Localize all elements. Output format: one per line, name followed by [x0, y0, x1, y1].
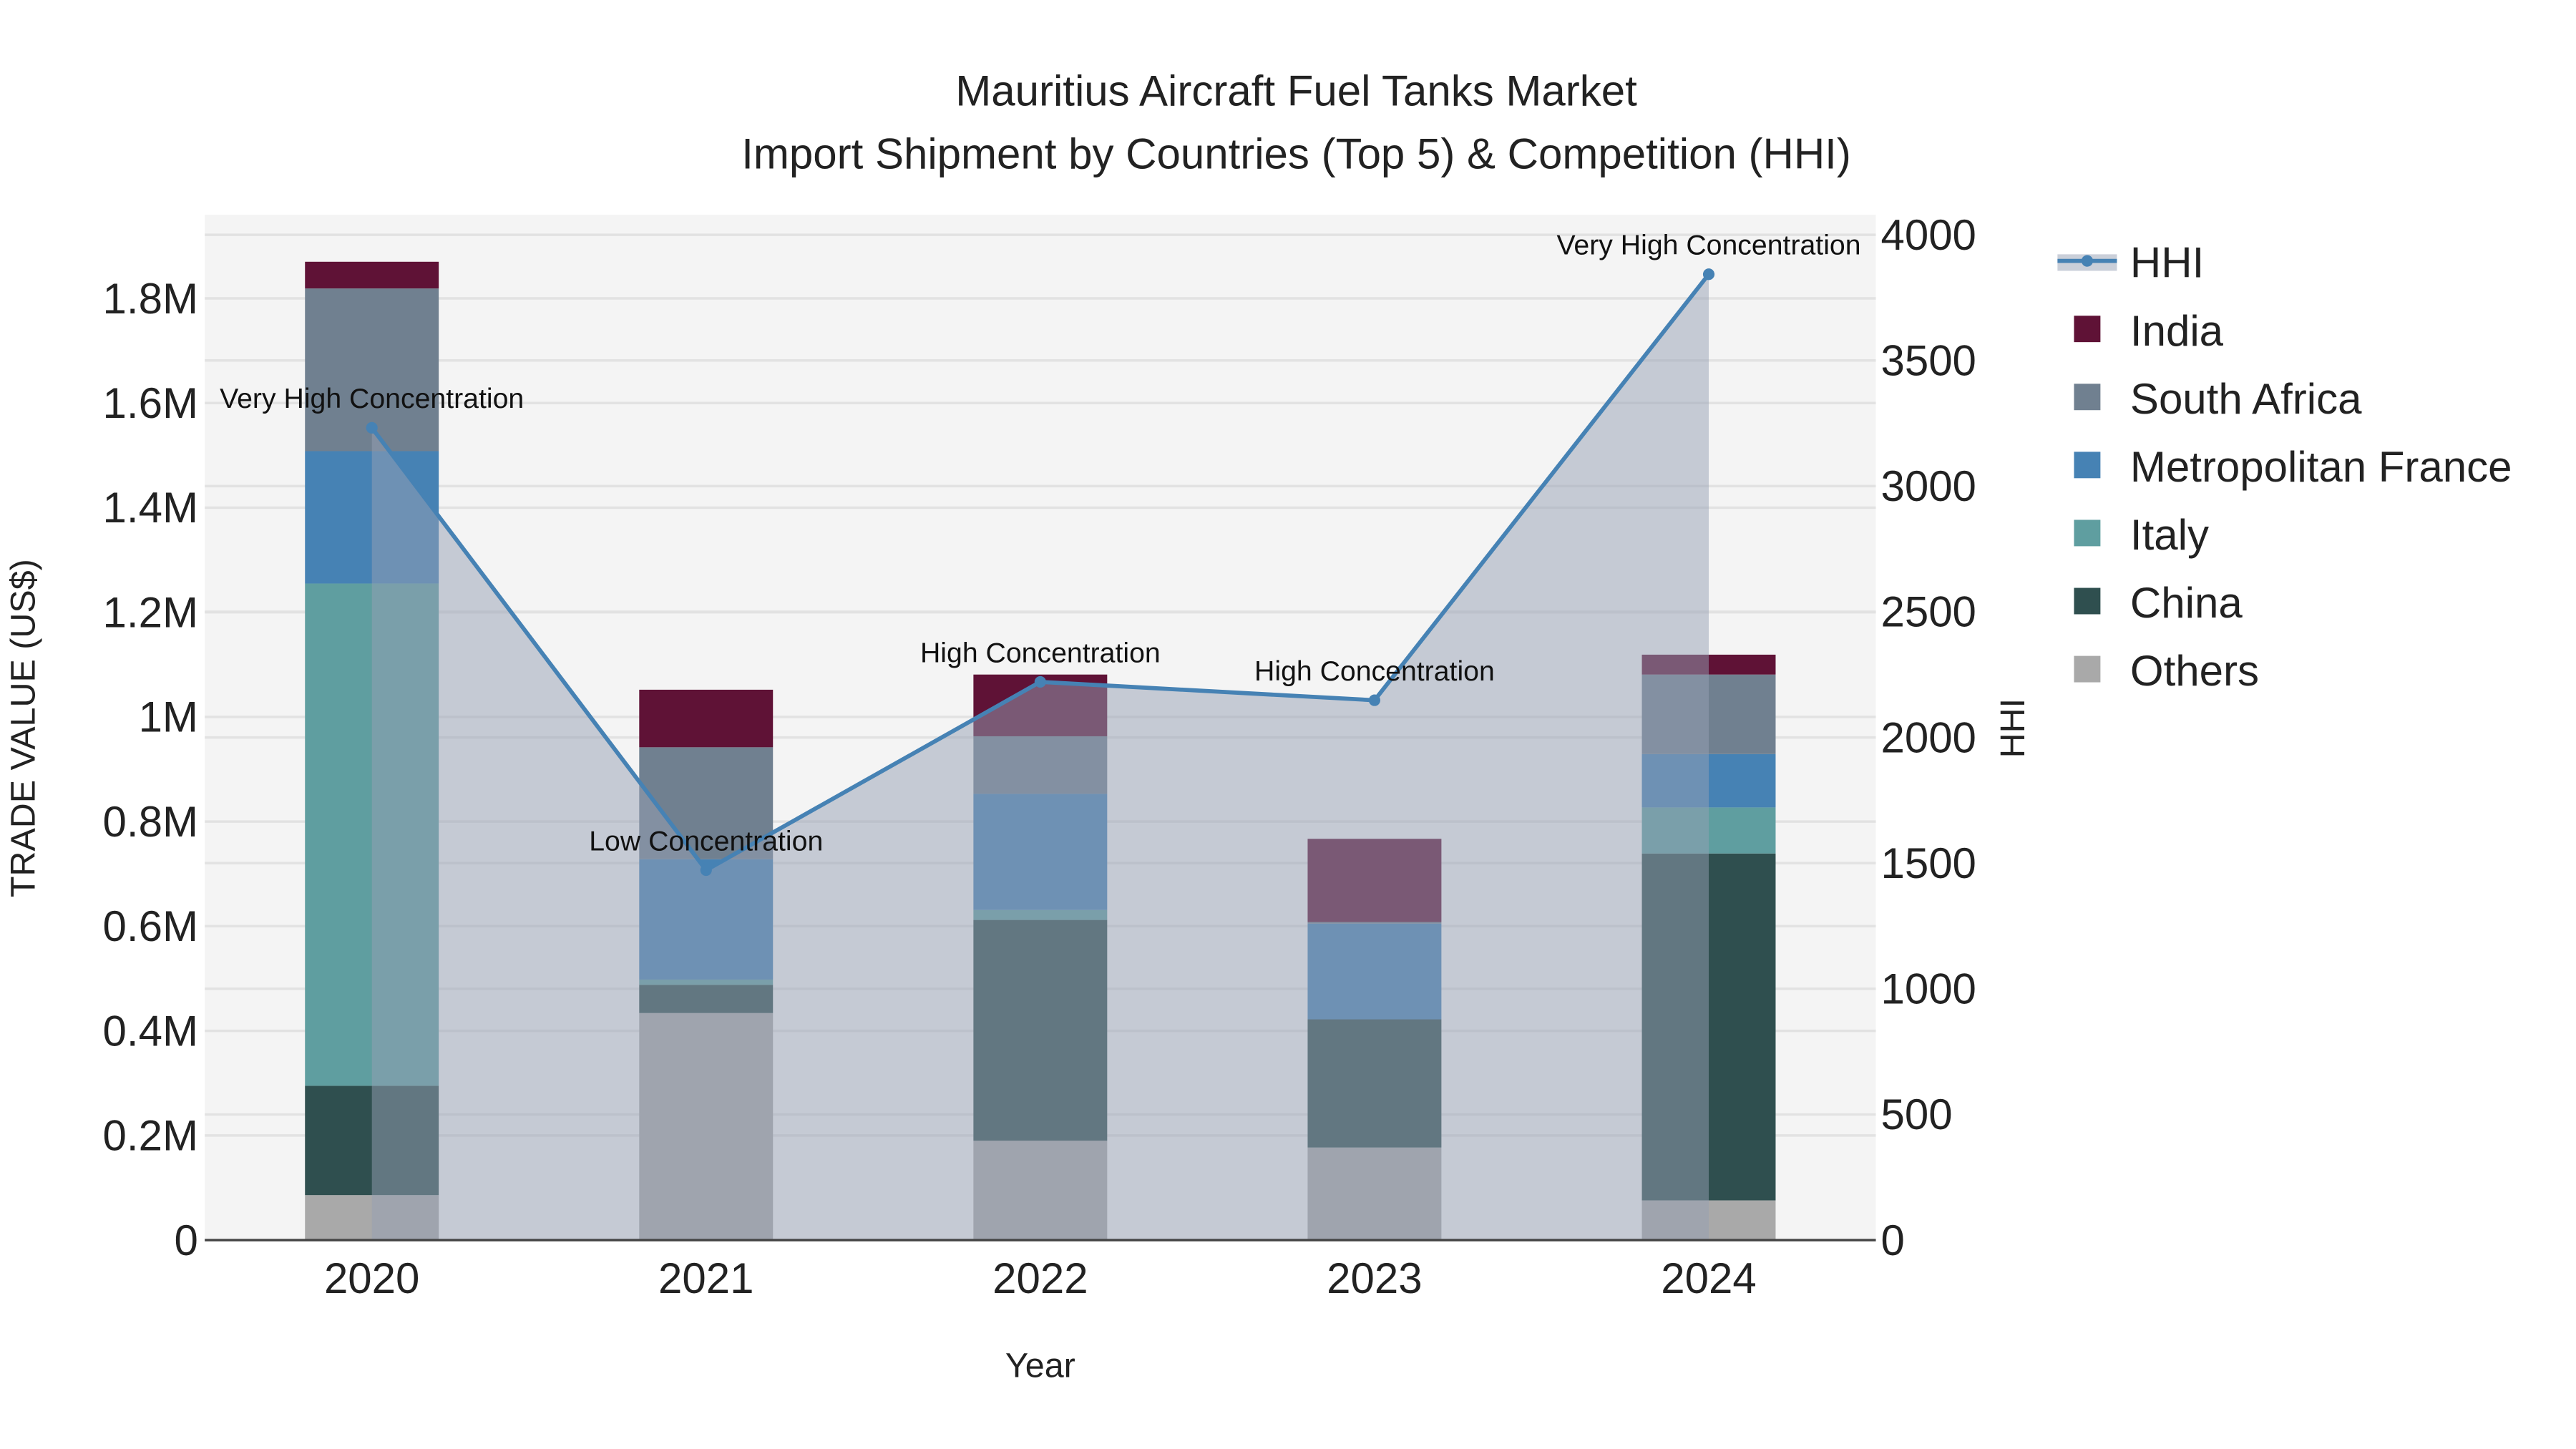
- legend-item-metropolitan-france[interactable]: Metropolitan France: [2074, 443, 2512, 491]
- legend-item-south-africa[interactable]: South Africa: [2074, 375, 2362, 423]
- y-tick-label: 0.4M: [103, 1007, 198, 1055]
- legend-label: China: [2130, 579, 2243, 627]
- y2-tick-label: 3500: [1880, 336, 1976, 384]
- bar-india-2020[interactable]: [305, 261, 439, 289]
- y-tick-label: 1.2M: [103, 588, 198, 636]
- y-tick-label: 0.2M: [103, 1112, 198, 1160]
- y-axis-label: TRADE VALUE (US$): [4, 559, 42, 897]
- hhi-annotation: High Concentration: [920, 637, 1161, 668]
- legend-swatch: [2074, 587, 2101, 615]
- hhi-annotation: Very High Concentration: [220, 383, 524, 414]
- bar-india-2021[interactable]: [639, 689, 774, 748]
- y2-tick-label: 500: [1880, 1091, 1952, 1138]
- chart-title: Mauritius Aircraft Fuel Tanks Market: [955, 67, 1637, 115]
- legend-item-others[interactable]: Others: [2074, 647, 2259, 695]
- x-tick-label: 2024: [1661, 1254, 1756, 1302]
- y2-tick-label: 4000: [1880, 211, 1976, 259]
- y2-tick-label: 1000: [1880, 965, 1976, 1013]
- legend-label: HHI: [2130, 239, 2204, 287]
- legend-item-hhi[interactable]: HHI: [2057, 239, 2204, 287]
- y-tick-label: 1.6M: [103, 379, 198, 427]
- legend-swatch: [2074, 316, 2101, 343]
- x-tick-label: 2022: [992, 1254, 1088, 1302]
- legend-label: South Africa: [2130, 375, 2362, 423]
- x-tick-label: 2021: [658, 1254, 753, 1302]
- y2-tick-label: 2500: [1880, 588, 1976, 636]
- chart: Very High Concentration Low Concentration…: [4, 67, 2512, 1385]
- y2-tick-label: 2000: [1880, 713, 1976, 761]
- y2-axis-label: HHI: [1994, 698, 2032, 758]
- y-tick-label: 0.6M: [103, 902, 198, 950]
- y-tick-label: 0.8M: [103, 798, 198, 846]
- hhi-point-2020[interactable]: [366, 421, 378, 434]
- x-tick-label: 2023: [1327, 1254, 1422, 1302]
- x-axis-label: Year: [1005, 1347, 1075, 1385]
- legend: HHI India South Africa Metropolitan France I…: [2057, 239, 2512, 695]
- hhi-point-2023[interactable]: [1368, 694, 1380, 706]
- y-tick-label: 1.4M: [103, 484, 198, 532]
- hhi-annotation: High Concentration: [1254, 655, 1495, 687]
- legend-label: Others: [2130, 647, 2259, 695]
- hhi-annotation: Low Concentration: [589, 825, 823, 857]
- legend-label: India: [2130, 307, 2224, 355]
- legend-swatch: [2074, 384, 2101, 411]
- legend-item-india[interactable]: India: [2074, 307, 2224, 355]
- y-tick-label: 0: [175, 1216, 198, 1264]
- legend-label: Italy: [2130, 511, 2209, 559]
- legend-swatch: [2074, 519, 2101, 547]
- y-tick-label: 1.8M: [103, 275, 198, 323]
- legend-item-china[interactable]: China: [2074, 579, 2243, 627]
- chart-subtitle: Import Shipment by Countries (Top 5) & C…: [741, 130, 1851, 177]
- y2-tick-label: 1500: [1880, 839, 1976, 887]
- y-tick-label: 1M: [139, 693, 198, 741]
- y2-tick-label: 3000: [1880, 462, 1976, 510]
- hhi-point-2024[interactable]: [1702, 268, 1715, 280]
- x-tick-label: 2020: [324, 1254, 419, 1302]
- y2-tick-label: 0: [1880, 1216, 1904, 1264]
- hhi-point-2022[interactable]: [1034, 675, 1046, 688]
- legend-item-italy[interactable]: Italy: [2074, 511, 2209, 559]
- hhi-point-2021[interactable]: [700, 864, 712, 877]
- legend-marker: [2081, 255, 2093, 267]
- legend-swatch: [2074, 452, 2101, 479]
- legend-swatch: [2074, 655, 2101, 683]
- legend-label: Metropolitan France: [2130, 443, 2512, 491]
- hhi-annotation: Very High Concentration: [1556, 230, 1860, 261]
